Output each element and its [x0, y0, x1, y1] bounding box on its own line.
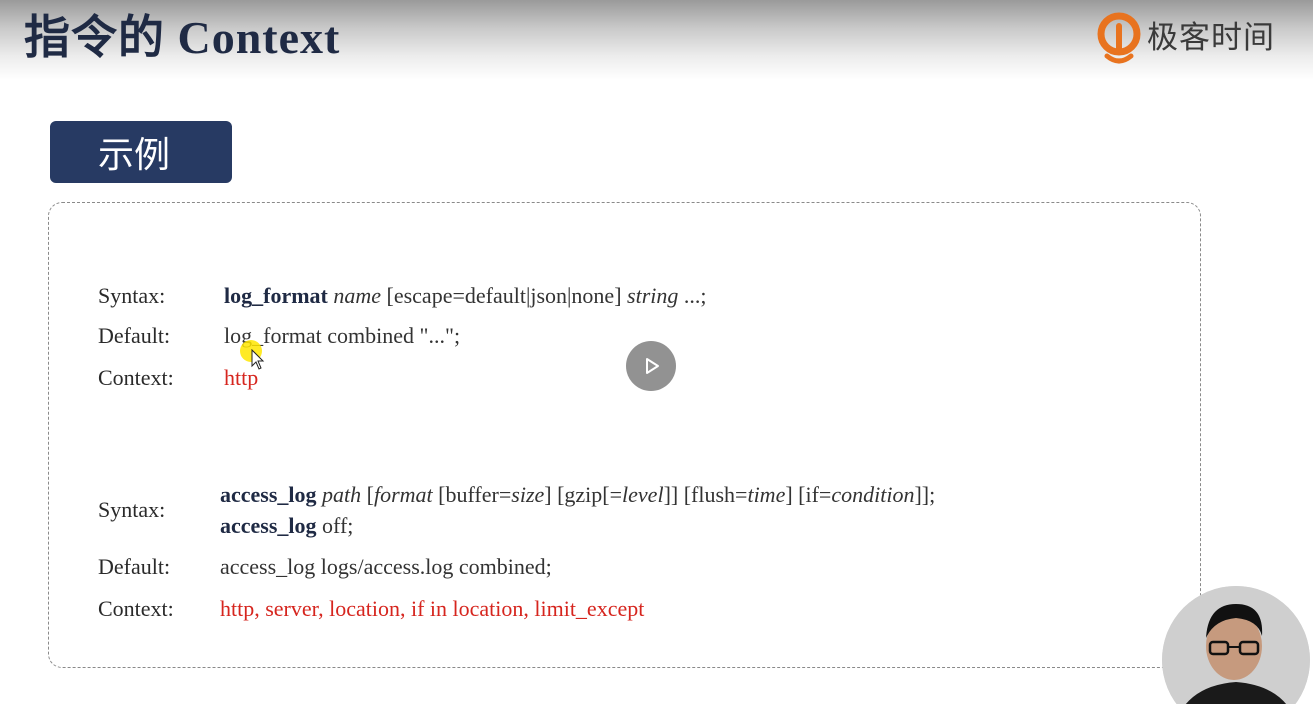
access-log-syntax-line2: access_log off;: [220, 512, 353, 540]
page-title: 指令的 Context: [24, 12, 341, 63]
syntax-text: ] [gzip[=: [544, 482, 623, 507]
syntax-text: ]];: [914, 482, 936, 507]
syntax-param: string: [627, 283, 679, 308]
access-log-default-value: access_log logs/access.log combined;: [220, 554, 552, 579]
access-log-syntax-line1: access_log path [format [buffer=size] [g…: [220, 481, 935, 509]
syntax-param: level: [622, 482, 664, 507]
syntax-param: path: [322, 482, 362, 507]
directive-keyword: access_log: [220, 482, 317, 507]
geektime-logo-icon: [1097, 12, 1141, 64]
syntax-text: ...;: [683, 283, 707, 308]
access-log-context-value: http, server, location, if in location, …: [220, 596, 645, 621]
syntax-param: time: [747, 482, 786, 507]
syntax-text: ]] [flush=: [663, 482, 748, 507]
mouse-cursor-icon: [251, 349, 265, 370]
access-log-syntax-label: Syntax:: [98, 497, 166, 522]
brand-name: 极客时间: [1147, 20, 1275, 56]
syntax-param: name: [333, 283, 382, 308]
directive-keyword: log_format: [224, 283, 328, 308]
log-format-syntax-label: Syntax:: [98, 283, 166, 308]
syntax-text: ] [if=: [785, 482, 832, 507]
brand-logo: 极客时间: [1097, 12, 1275, 64]
syntax-param: size: [511, 482, 545, 507]
log-format-default-label: Default:: [98, 323, 171, 348]
syntax-param: format: [373, 482, 433, 507]
log-format-syntax: log_format name [escape=default|json|non…: [224, 282, 707, 310]
play-icon: [646, 358, 659, 374]
syntax-text: off;: [322, 513, 354, 538]
directive-keyword: access_log: [220, 513, 317, 538]
syntax-text: [buffer=: [438, 482, 512, 507]
syntax-text: [escape=default|json|none]: [386, 283, 622, 308]
play-button[interactable]: [626, 341, 676, 391]
syntax-text: [: [366, 482, 374, 507]
access-log-default-label: Default:: [98, 554, 171, 579]
access-log-context-label: Context:: [98, 596, 174, 621]
log-format-context-label: Context:: [98, 365, 174, 390]
syntax-param: condition: [831, 482, 915, 507]
example-section-tab: 示例: [50, 121, 232, 183]
